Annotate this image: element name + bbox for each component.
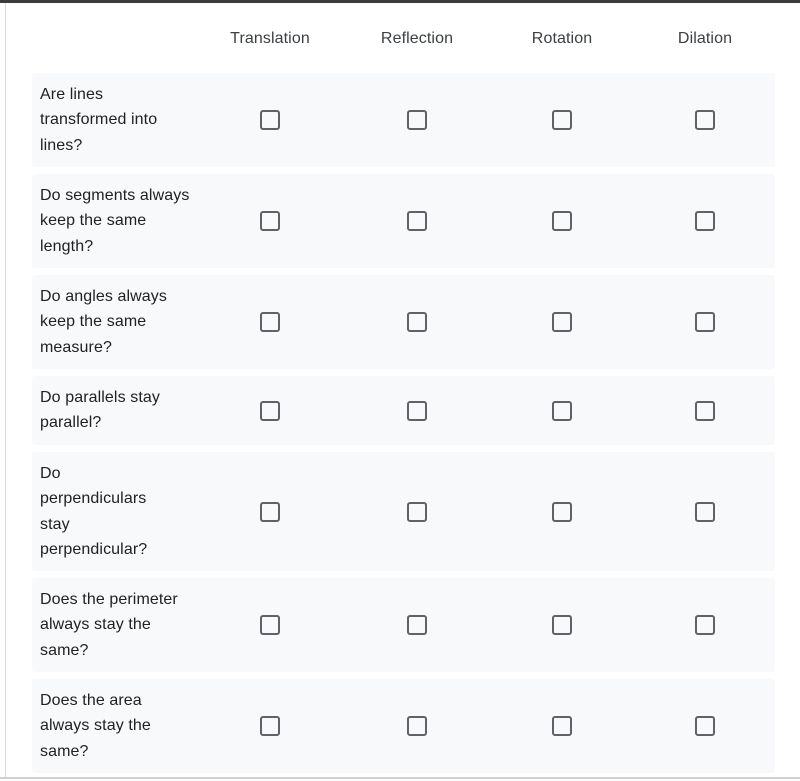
checkbox-reflection[interactable]: [407, 312, 427, 332]
checkbox-reflection[interactable]: [407, 211, 427, 231]
checkbox-translation[interactable]: [260, 400, 280, 421]
row-label: Are lines transformed into lines?: [40, 86, 158, 154]
checkbox-dilation[interactable]: [695, 615, 715, 635]
row-label: Does the perimeter always stay the same?: [40, 591, 178, 659]
grid-row: Do perpendiculars stay perpendicular?: [32, 452, 775, 571]
checkbox-dilation[interactable]: [695, 110, 715, 130]
grid-row: Do angles always keep the same measure?: [32, 275, 775, 369]
checkbox-rotation[interactable]: [552, 400, 572, 421]
column-header-rotation: Rotation: [531, 30, 593, 47]
checkbox-translation[interactable]: [260, 110, 280, 130]
checkbox-reflection[interactable]: [407, 400, 427, 421]
checkbox-dilation[interactable]: [695, 211, 715, 231]
column-header-translation: Translation: [230, 30, 310, 47]
row-label: Do parallels stay parallel?: [40, 389, 160, 432]
checkbox-reflection[interactable]: [407, 501, 427, 522]
grid-row: Do segments always keep the same length?: [32, 174, 775, 268]
checkbox-translation[interactable]: [260, 501, 280, 522]
checkbox-rotation[interactable]: [552, 501, 572, 522]
checkbox-reflection[interactable]: [407, 615, 427, 635]
checkbox-reflection[interactable]: [407, 110, 427, 130]
checkbox-dilation[interactable]: [695, 716, 715, 736]
checkbox-dilation[interactable]: [695, 501, 715, 522]
grid-row: Do parallels stay parallel?: [32, 376, 775, 445]
column-header-reflection: Reflection: [380, 30, 454, 47]
grid-row: Are lines transformed into lines?: [32, 73, 775, 167]
grid-row: Does the area always stay the same?: [32, 679, 775, 773]
row-label: Does the area always stay the same?: [40, 692, 151, 760]
checkbox-translation[interactable]: [260, 716, 280, 736]
checkbox-rotation[interactable]: [552, 110, 572, 130]
row-label: Do segments always keep the same length?: [40, 187, 190, 255]
checkbox-reflection[interactable]: [407, 716, 427, 736]
checkbox-rotation[interactable]: [552, 211, 572, 231]
checkbox-rotation[interactable]: [552, 312, 572, 332]
checkbox-rotation[interactable]: [552, 716, 572, 736]
checkbox-translation[interactable]: [260, 312, 280, 332]
grid-header: Translation Reflection Rotation Dilation: [32, 0, 775, 73]
checkbox-translation[interactable]: [260, 615, 280, 635]
left-border: [5, 3, 6, 779]
checkbox-dilation[interactable]: [695, 312, 715, 332]
row-label: Do angles always keep the same measure?: [40, 288, 167, 356]
checkbox-translation[interactable]: [260, 211, 280, 231]
checkbox-dilation[interactable]: [695, 400, 715, 421]
row-label: Do perpendiculars stay perpendicular?: [40, 465, 148, 558]
column-header-dilation: Dilation: [677, 30, 733, 47]
checkbox-grid-question: Translation Reflection Rotation Dilation…: [32, 0, 775, 780]
checkbox-rotation[interactable]: [552, 615, 572, 635]
grid-row: Does the perimeter always stay the same?: [32, 578, 775, 672]
